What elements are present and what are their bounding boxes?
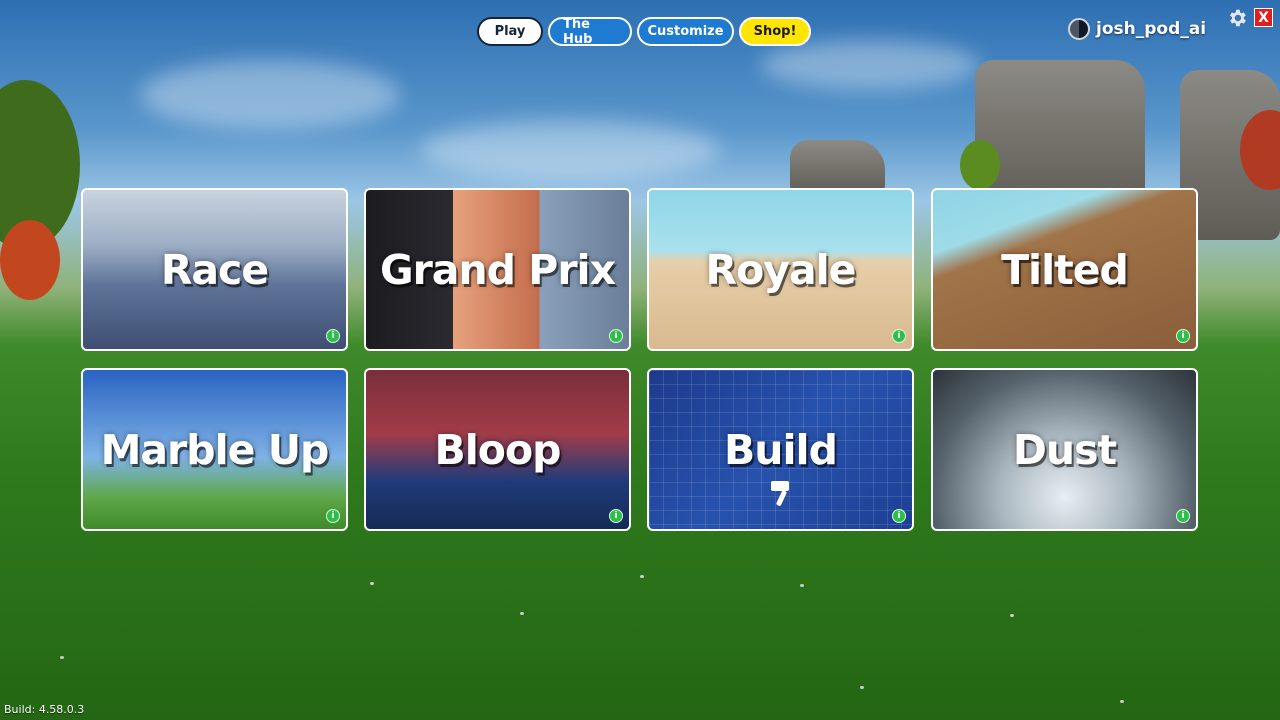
mode-title: Royale: [705, 245, 857, 294]
mode-card-grand-prix[interactable]: Grand Prix i: [364, 188, 631, 351]
info-icon[interactable]: i: [892, 509, 906, 523]
mode-title: Dust: [1012, 425, 1117, 474]
tab-play[interactable]: Play: [477, 17, 543, 46]
info-icon[interactable]: i: [326, 509, 340, 523]
mode-title: Grand Prix: [379, 245, 616, 294]
top-nav: Play The Hub Customize Shop!: [477, 17, 811, 47]
mode-title: Race: [160, 245, 269, 294]
mode-title: Bloop: [434, 425, 562, 474]
mode-card-dust[interactable]: Dust i: [931, 368, 1198, 531]
mode-title: Build: [724, 425, 838, 474]
tab-shop[interactable]: Shop!: [739, 17, 811, 46]
mode-title: Tilted: [1001, 245, 1129, 294]
tab-the-hub[interactable]: The Hub: [548, 17, 632, 47]
mode-card-royale[interactable]: Royale i: [647, 188, 914, 351]
mode-title: Marble Up: [100, 425, 330, 474]
info-icon[interactable]: i: [609, 329, 623, 343]
info-icon[interactable]: i: [892, 329, 906, 343]
close-icon: X: [1258, 9, 1269, 26]
build-version: Build: 4.58.0.3: [4, 703, 85, 716]
mode-card-marble-up[interactable]: Marble Up i: [81, 368, 348, 531]
info-icon[interactable]: i: [609, 509, 623, 523]
info-icon[interactable]: i: [1176, 329, 1190, 343]
game-menu-screen: Play The Hub Customize Shop! josh_pod_ai…: [0, 0, 1280, 720]
gear-icon[interactable]: [1226, 7, 1248, 29]
hammer-icon: [771, 481, 789, 506]
user-profile[interactable]: josh_pod_ai: [1068, 18, 1206, 40]
username: josh_pod_ai: [1096, 19, 1207, 39]
mode-card-race[interactable]: Race i: [81, 188, 348, 351]
user-avatar-icon: [1068, 18, 1090, 40]
tab-customize[interactable]: Customize: [637, 17, 734, 46]
info-icon[interactable]: i: [326, 329, 340, 343]
close-button[interactable]: X: [1254, 8, 1273, 27]
mode-card-tilted[interactable]: Tilted i: [931, 188, 1198, 351]
info-icon[interactable]: i: [1176, 509, 1190, 523]
mode-card-build[interactable]: Build i: [647, 368, 914, 531]
mode-card-bloop[interactable]: Bloop i: [364, 368, 631, 531]
